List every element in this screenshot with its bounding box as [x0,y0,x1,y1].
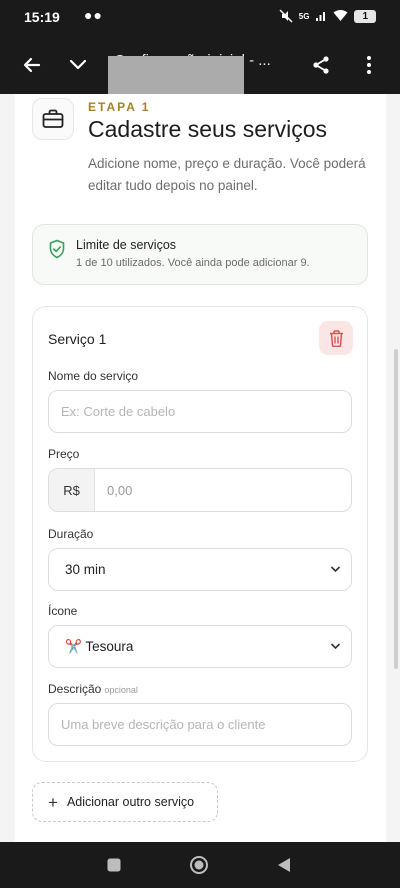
network-label: 5G [298,11,310,21]
delete-service-button[interactable] [319,321,353,355]
collapse-button[interactable] [64,51,92,79]
battery-indicator: 1 [354,9,376,23]
status-bar: 15:19 ●● 5G 1 [0,0,400,36]
chevron-down-icon [69,59,87,70]
share-icon [313,56,329,74]
signal-icon [316,12,326,21]
step-label: ETAPA 1 [88,100,151,114]
triangle-back-icon [278,858,290,872]
add-service-label: Adicionar outro serviço [66,795,195,809]
price-label: Preço [48,447,80,461]
icon-select[interactable]: ✂️ Tesoura [48,625,352,668]
muted-icon [279,9,293,23]
duration-select[interactable]: 30 min [48,548,352,591]
description-input[interactable] [48,703,352,746]
notification-dots: ●● [84,7,103,23]
scrollbar[interactable] [394,349,398,669]
service-name-input[interactable] [48,390,352,433]
arrow-left-icon [23,57,41,73]
system-nav-bar [0,842,400,888]
chevron-down-icon [330,566,341,573]
service-form: Serviço 1 Nome do serviço Preço R$ Duraç… [32,306,368,762]
price-input[interactable] [95,469,351,511]
limit-text: 1 de 10 utilizados. Você ainda pode adic… [76,257,310,269]
step-title: Cadastre seus serviços [88,116,328,142]
plus-icon: + [48,792,58,812]
home-icon [190,856,208,874]
limit-title: Limite de serviços [76,238,177,252]
trash-icon [329,329,343,347]
description-label: Descrição opcional [48,682,138,696]
wifi-icon [333,10,348,21]
step-icon-box [32,98,74,140]
limit-notice: Limite de serviços 1 de 10 utilizados. V… [32,224,368,285]
icon-label: Ícone [48,604,78,618]
service-title: Serviço 1 [48,331,107,347]
price-field[interactable]: R$ [48,468,352,512]
briefcase-icon [42,109,64,128]
recents-button[interactable] [103,854,125,876]
share-button[interactable] [307,51,335,79]
chevron-down-icon [330,643,341,650]
status-time: 15:19 [24,9,60,25]
currency-prefix: R$ [49,469,95,511]
name-label: Nome do serviço [48,369,139,383]
step-description: Adicione nome, preço e duração. Você pod… [88,156,366,193]
home-button[interactable] [188,854,210,876]
back-nav-button[interactable] [273,854,295,876]
recents-icon [107,858,121,872]
setup-card: ETAPA 1 Cadastre seus serviços Adicione … [15,94,386,842]
shield-check-icon [49,239,65,259]
duration-value: 30 min [65,562,106,577]
optional-tag: opcional [104,685,138,695]
more-options-button[interactable] [355,51,383,79]
icon-value: ✂️ Tesoura [65,639,134,654]
duration-label: Duração [48,527,94,541]
add-service-button[interactable]: + Adicionar outro serviço [32,782,218,822]
web-content[interactable]: ETAPA 1 Cadastre seus serviços Adicione … [0,94,400,842]
back-button[interactable] [18,51,46,79]
status-icons: 5G 1 [279,9,376,23]
description-label-text: Descrição [48,682,102,696]
more-vert-icon [367,56,371,74]
